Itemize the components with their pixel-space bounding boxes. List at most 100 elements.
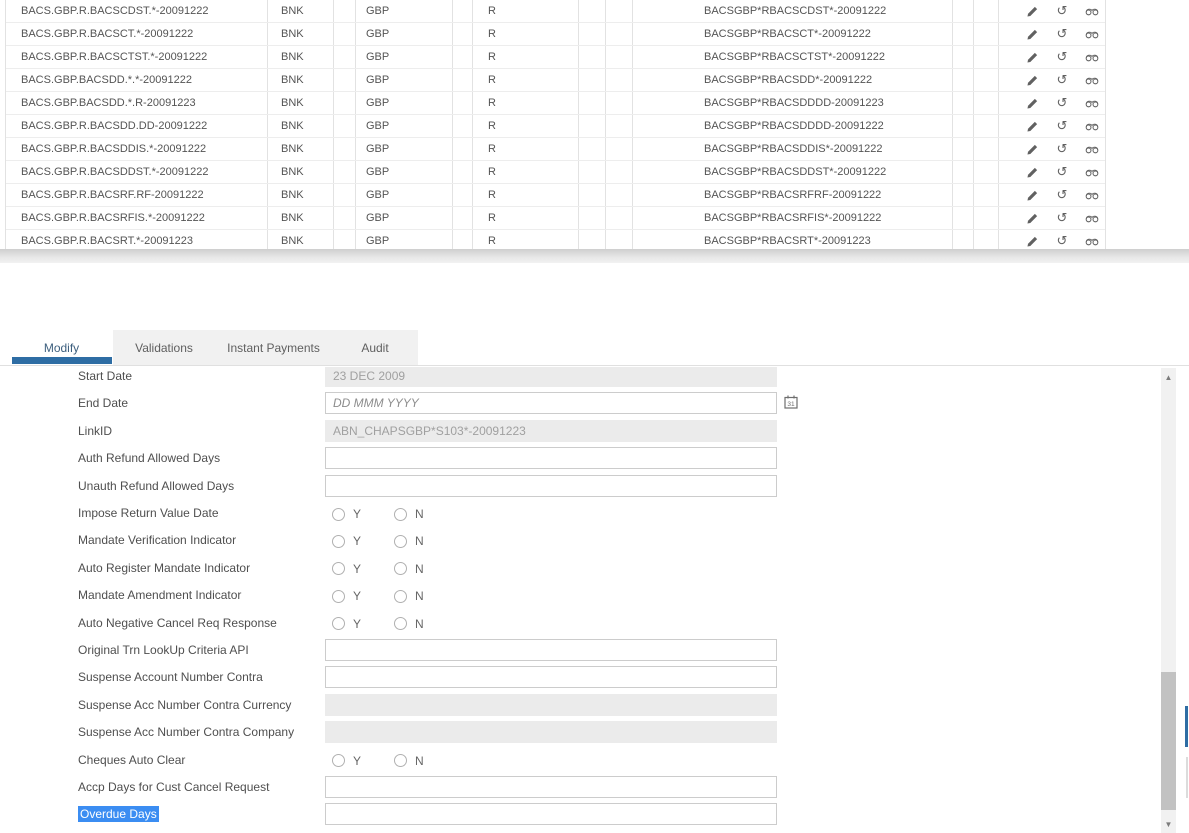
field-label: Auto Negative Cancel Req Response — [78, 611, 277, 635]
edit-icon[interactable] — [1025, 73, 1039, 87]
view-icon[interactable] — [1085, 73, 1099, 87]
cell-empty — [579, 138, 606, 160]
cell-empty — [953, 0, 974, 22]
radio-button[interactable] — [332, 590, 345, 603]
cell-empty — [953, 230, 974, 249]
edit-icon[interactable] — [1025, 119, 1039, 133]
radio-option-label: Y — [353, 617, 361, 631]
tab-validations[interactable]: Validations — [113, 330, 215, 365]
view-icon[interactable] — [1085, 119, 1099, 133]
radio-group: Y N — [325, 612, 795, 636]
undo-icon[interactable]: ↺ — [1055, 142, 1069, 156]
edit-icon[interactable] — [1025, 27, 1039, 41]
edit-icon[interactable] — [1025, 211, 1039, 225]
view-icon[interactable] — [1085, 96, 1099, 110]
radio-button[interactable] — [332, 508, 345, 521]
text-input[interactable] — [325, 776, 777, 798]
undo-icon[interactable]: ↺ — [1055, 73, 1069, 87]
form-row: Suspense Account Number Contra — [0, 665, 1161, 689]
text-input[interactable] — [325, 803, 777, 825]
calendar-icon[interactable]: 31 — [784, 395, 798, 409]
edit-icon[interactable] — [1025, 96, 1039, 110]
radio-button[interactable] — [332, 562, 345, 575]
radio-button[interactable] — [394, 508, 407, 521]
edit-icon[interactable] — [1025, 142, 1039, 156]
undo-icon[interactable]: ↺ — [1055, 96, 1069, 110]
cell-empty — [334, 184, 356, 206]
radio-button[interactable] — [394, 754, 407, 767]
cell-bank-code: BNK — [268, 46, 334, 68]
radio-button[interactable] — [332, 754, 345, 767]
radio-option-n: N — [394, 617, 424, 631]
view-icon[interactable] — [1085, 165, 1099, 179]
radio-button[interactable] — [394, 590, 407, 603]
view-icon[interactable] — [1085, 234, 1099, 248]
view-icon[interactable] — [1085, 4, 1099, 18]
text-input[interactable] — [325, 447, 777, 469]
cell-empty — [953, 184, 974, 206]
view-icon[interactable] — [1085, 188, 1099, 202]
undo-icon[interactable]: ↺ — [1055, 119, 1069, 133]
radio-option-label: N — [415, 562, 424, 576]
radio-button[interactable] — [332, 535, 345, 548]
cell-empty — [606, 161, 633, 183]
radio-option-label: Y — [353, 589, 361, 603]
scrollbar-thumb[interactable] — [1161, 672, 1176, 810]
field-label: LinkID — [78, 419, 112, 443]
radio-group: Y N — [325, 584, 795, 608]
undo-icon[interactable]: ↺ — [1055, 188, 1069, 202]
radio-button[interactable] — [332, 617, 345, 630]
edit-icon[interactable] — [1025, 4, 1039, 18]
cell-empty — [579, 23, 606, 45]
field-control: Y N — [325, 502, 795, 524]
radio-option-y: Y — [332, 754, 361, 768]
view-icon[interactable] — [1085, 50, 1099, 64]
undo-icon[interactable]: ↺ — [1055, 211, 1069, 225]
cell-empty — [606, 230, 633, 249]
undo-icon[interactable]: ↺ — [1055, 234, 1069, 248]
cell-currency: GBP — [356, 92, 453, 114]
cell-link-id: BACSGBP*RBACSDD*-20091222 — [633, 69, 953, 91]
cell-indicator: R — [473, 138, 579, 160]
undo-icon[interactable]: ↺ — [1055, 27, 1069, 41]
field-control: 23 DEC 2009 — [325, 367, 795, 387]
radio-button[interactable] — [394, 562, 407, 575]
edit-icon[interactable] — [1025, 165, 1039, 179]
edit-icon[interactable] — [1025, 234, 1039, 248]
form-row: Auth Refund Allowed Days — [0, 446, 1161, 470]
cell-currency: GBP — [356, 184, 453, 206]
tab-audit[interactable]: Audit — [332, 330, 418, 365]
edit-icon[interactable] — [1025, 50, 1039, 64]
scroll-up-icon[interactable]: ▲ — [1161, 370, 1176, 386]
view-icon[interactable] — [1085, 142, 1099, 156]
field-control — [325, 776, 795, 798]
tab-modify[interactable]: Modify — [10, 330, 113, 365]
tab-instant-payments[interactable]: Instant Payments — [215, 330, 332, 365]
vertical-scrollbar[interactable]: ▲ ▼ — [1161, 368, 1176, 833]
radio-button[interactable] — [394, 535, 407, 548]
cell-empty — [334, 0, 356, 22]
text-input[interactable] — [325, 639, 777, 661]
right-edge-field-fragment-gray — [1186, 757, 1188, 798]
view-icon[interactable] — [1085, 211, 1099, 225]
radio-option-label: Y — [353, 754, 361, 768]
cell-clearing-code: BACS.GBP.R.BACSCDST.*-20091222 — [6, 0, 268, 22]
cell-bank-code: BNK — [268, 138, 334, 160]
radio-button[interactable] — [394, 617, 407, 630]
undo-icon[interactable]: ↺ — [1055, 50, 1069, 64]
undo-icon[interactable]: ↺ — [1055, 165, 1069, 179]
edit-icon[interactable] — [1025, 188, 1039, 202]
cell-empty — [579, 92, 606, 114]
table-row: BACS.GBP.BACSDD.*.*-20091222 BNK GBP R B… — [6, 69, 1105, 92]
date-input[interactable] — [325, 392, 777, 414]
scroll-down-icon[interactable]: ▼ — [1161, 817, 1176, 833]
table-row: BACS.GBP.R.BACSCTST.*-20091222 BNK GBP R… — [6, 46, 1105, 69]
view-icon[interactable] — [1085, 27, 1099, 41]
cell-empty — [579, 115, 606, 137]
undo-icon[interactable]: ↺ — [1055, 4, 1069, 18]
text-input[interactable] — [325, 666, 777, 688]
tab-label: Audit — [361, 341, 388, 355]
radio-option-y: Y — [332, 507, 361, 521]
cell-link-id: BACSGBP*RBACSCDST*-20091222 — [633, 0, 953, 22]
text-input[interactable] — [325, 475, 777, 497]
